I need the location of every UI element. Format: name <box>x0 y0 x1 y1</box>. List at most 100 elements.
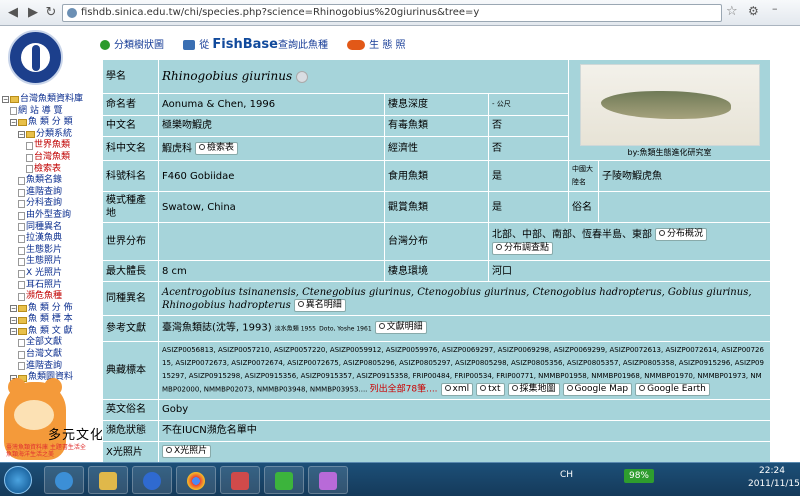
label-references: 參考文獻 <box>102 315 159 342</box>
key-button-label: 檢索表 <box>207 142 235 153</box>
bookmark-star-icon[interactable]: ☆ <box>726 4 738 19</box>
distribution-survey-button[interactable]: 分布調查點 <box>492 241 554 255</box>
taskbar-app2[interactable] <box>308 466 348 494</box>
xml-button[interactable]: xml <box>440 383 474 396</box>
window-control-icon[interactable]: – <box>772 2 778 15</box>
xml-button-label: xml <box>452 384 470 394</box>
expand-toggle-icon[interactable]: − <box>2 96 9 104</box>
sci-name-cell: Rhinogobius giurinus <box>158 59 569 95</box>
habitat-env-value: 河口 <box>488 260 770 282</box>
nav-tree-item[interactable]: 生態照片 <box>2 256 95 268</box>
synonyms-button[interactable]: 異名明細 <box>293 298 346 312</box>
nav-tree-item[interactable]: − 分類系統 <box>2 129 95 141</box>
distribution-button[interactable]: 分布概況 <box>655 228 708 241</box>
nav-tree-label: 台灣文獻 <box>26 349 63 360</box>
taiwan-distribution-cell: 北部、中部、南部、恆春半島、東部 分布概況 分布調查點 <box>488 222 770 261</box>
taskbar-media[interactable] <box>132 466 172 494</box>
nav-tree-item[interactable]: 瀕危魚種 <box>2 291 95 303</box>
txt-button[interactable]: txt <box>476 383 505 396</box>
nav-tree-item[interactable]: X 光照片 <box>2 268 95 280</box>
address-bar[interactable]: fishdb.sinica.edu.tw/chi/species.php?sci… <box>62 4 722 22</box>
file-icon <box>480 385 487 391</box>
taskbar-explorer[interactable] <box>88 466 128 494</box>
folder-icon <box>18 316 27 324</box>
ecology-photo-link[interactable]: 生 態 照 <box>347 36 406 51</box>
reference-small-2[interactable]: Doto, Yoshe 1961 <box>319 326 371 333</box>
specimens-more-link[interactable]: 列出全部78筆.... <box>370 385 438 395</box>
taskbar-download[interactable] <box>264 466 304 494</box>
locale-indicator[interactable]: CH <box>560 470 573 480</box>
nav-tree-item[interactable]: 檢索表 <box>2 164 95 176</box>
expand-toggle-icon[interactable]: − <box>18 131 25 139</box>
page-icon <box>18 269 25 278</box>
expand-toggle-icon[interactable]: − <box>10 304 17 312</box>
nav-tree-label: 進階查詢 <box>26 186 63 197</box>
nav-tree-item[interactable]: − 魚 類 分 類 <box>2 117 95 129</box>
nav-tree-item[interactable]: 耳石照片 <box>2 280 95 292</box>
nav-tree-item[interactable]: 分科查詢 <box>2 198 95 210</box>
label-family-chinese: 科中文名 <box>102 135 159 162</box>
audio-icon[interactable] <box>295 70 308 83</box>
page-icon <box>18 234 25 243</box>
nav-tree-item[interactable]: − 魚 類 文 獻 <box>2 326 95 338</box>
magnifier-icon <box>166 447 172 454</box>
google-map-button[interactable]: Google Map <box>562 383 633 396</box>
wrench-icon[interactable]: ⚙ <box>748 4 759 18</box>
nav-tree-item[interactable]: 全部文獻 <box>2 337 95 349</box>
key-button[interactable]: 檢索表 <box>195 141 239 155</box>
start-button[interactable] <box>4 466 32 494</box>
fishbase-link[interactable]: 從 FishBase查詢此魚種 <box>183 36 328 52</box>
nav-tree-item[interactable]: − 魚 類 標 本 <box>2 314 95 326</box>
battery-indicator[interactable]: 98% <box>624 469 654 483</box>
xray-button[interactable]: X光照片 <box>162 445 212 459</box>
nav-tree-label: 網 站 導 覽 <box>18 105 63 116</box>
nav-tree-item[interactable]: − 台灣魚類資料庫 <box>2 94 95 106</box>
label-dialect: 中國大陸名 <box>568 160 599 192</box>
mascot-stamp: 臺灣魚類資料庫 主題書生活全 魚類海洋生活之美 <box>6 444 86 458</box>
nav-tree-label: 耳石照片 <box>26 279 63 290</box>
species-photo[interactable] <box>579 64 760 146</box>
expand-toggle-icon[interactable]: − <box>10 316 17 324</box>
classification-tree-link[interactable]: 分類樹狀圖 <box>100 36 164 51</box>
nav-tree-item[interactable]: 拉漢魚典 <box>2 233 95 245</box>
page-icon <box>18 176 25 185</box>
forward-icon[interactable]: ▶ <box>24 4 42 22</box>
google-earth-button[interactable]: Google Earth <box>635 383 710 396</box>
nav-tree-label: 魚類名錄 <box>26 175 63 186</box>
nav-tree-label: 魚 類 分 類 <box>28 117 73 128</box>
nav-tree-item[interactable]: 世界魚類 <box>2 140 95 152</box>
nav-tree-item[interactable]: 進階查詢 <box>2 187 95 199</box>
label-synonyms: 同種異名 <box>102 281 159 316</box>
nav-tree-item[interactable]: 網 站 導 覽 <box>2 106 95 118</box>
book-icon <box>183 40 196 50</box>
nav-tree-item[interactable]: 魚類名錄 <box>2 175 95 187</box>
clock[interactable]: 22:24 2011/11/15 <box>748 465 800 491</box>
nav-tree-item[interactable]: 台灣魚類 <box>2 152 95 164</box>
system-tray: CH <box>560 470 573 490</box>
label-endangered: 瀕危狀態 <box>102 419 159 442</box>
nav-tree-item[interactable]: 進階查詢 <box>2 361 95 373</box>
expand-toggle-icon[interactable]: − <box>10 119 17 127</box>
back-icon[interactable]: ◀ <box>4 4 22 22</box>
nav-tree-item[interactable]: 台灣文獻 <box>2 349 95 361</box>
taskbar-chrome[interactable] <box>176 466 216 494</box>
nav-tree-item[interactable]: 生態影片 <box>2 245 95 257</box>
page-icon <box>18 211 25 220</box>
nav-tree-item[interactable]: 同種異名 <box>2 222 95 234</box>
clock-time: 22:24 <box>759 466 785 476</box>
taskbar-app[interactable] <box>220 466 260 494</box>
reference-main[interactable]: 臺灣魚類誌(沈等, 1993) <box>162 323 272 334</box>
nav-tree-item[interactable]: − 魚 類 分 佈 <box>2 303 95 315</box>
literature-button[interactable]: 文獻明細 <box>374 321 427 335</box>
taskbar-ie[interactable] <box>44 466 84 494</box>
reference-small-1[interactable]: 淡水魚類 1955 <box>275 326 316 333</box>
expand-toggle-icon[interactable]: − <box>10 328 17 336</box>
specimen-map-button[interactable]: 採集地圖 <box>507 383 560 396</box>
classification-tree-label: 分類樹狀圖 <box>114 40 164 51</box>
site-logo[interactable] <box>8 30 63 85</box>
reload-icon[interactable]: ↻ <box>42 4 60 22</box>
label-xray: X光照片 <box>102 440 159 462</box>
nav-tree-label: 同種異名 <box>26 221 63 232</box>
nav-tree-item[interactable]: 由外型查詢 <box>2 210 95 222</box>
label-sci-name: 學名 <box>102 59 159 95</box>
